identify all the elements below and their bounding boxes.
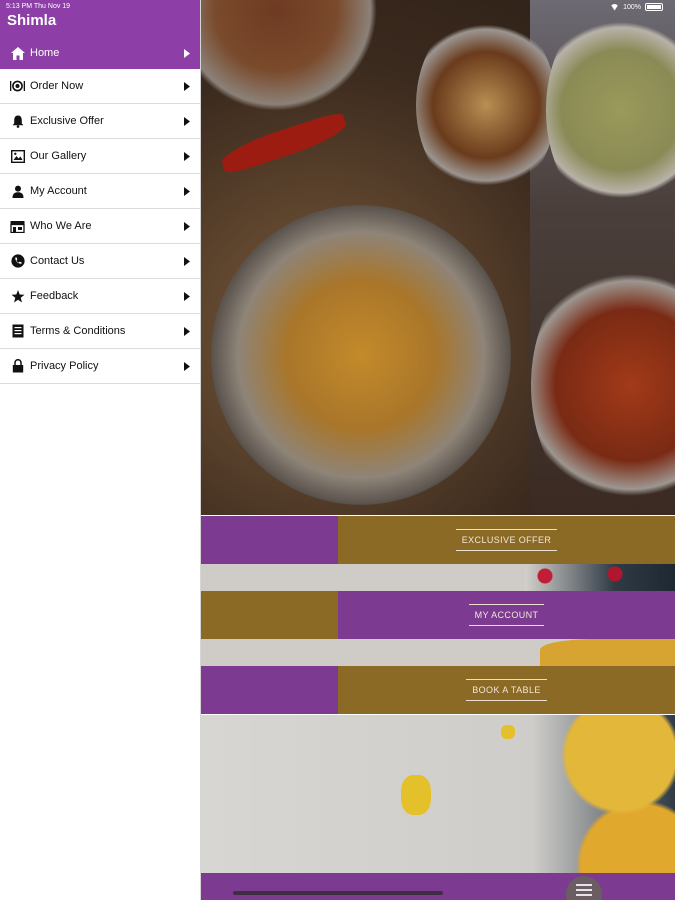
gallery-icon [10,149,25,164]
bell-icon [10,114,25,129]
image-strip [201,639,675,666]
drawer-item-our-gallery[interactable]: Our Gallery [0,139,200,174]
chevron-right-icon [182,254,192,268]
drawer-item-label: Who We Are [30,220,92,232]
dish-icon [10,79,25,94]
star-icon [10,289,25,304]
chevron-right-icon [182,79,192,93]
bowl-image [416,10,556,200]
drawer-item-home[interactable]: Home [0,38,200,69]
document-icon [10,324,25,339]
home-icon [10,46,25,61]
drawer-menu: Home Order Now Exclusive Offer Our Galle… [0,38,200,384]
fruit-image [540,639,675,666]
my-account-button[interactable]: MY ACCOUNT [468,604,545,626]
image-strip [201,564,675,591]
drawer-header: 5:13 PM Thu Nov 19 Shimla [0,0,200,38]
wifi-icon [610,3,620,11]
bottom-food-image [201,715,675,873]
home-indicator[interactable] [233,891,443,895]
drawer-item-order-now[interactable]: Order Now [0,69,200,104]
status-time: 5:13 PM Thu Nov 19 [6,3,71,10]
drawer-item-privacy-policy[interactable]: Privacy Policy [0,349,200,384]
band-accent [201,591,338,639]
berries-image [525,564,675,591]
chevron-right-icon [182,289,192,303]
band-accent [201,666,338,714]
store-icon [10,219,25,234]
book-table-band: BOOK A TABLE [201,666,675,714]
hero-food-image [201,0,675,515]
app-title: Shimla [7,12,57,29]
drawer-item-my-account[interactable]: My Account [0,174,200,209]
drawer-item-feedback[interactable]: Feedback [0,279,200,314]
drawer-item-exclusive-offer[interactable]: Exclusive Offer [0,104,200,139]
phone-icon [10,254,25,269]
chevron-right-icon [182,184,192,198]
exclusive-offer-button[interactable]: EXCLUSIVE OFFER [455,529,558,551]
drawer-item-who-we-are[interactable]: Who We Are [0,209,200,244]
lock-icon [10,359,25,374]
drawer-item-label: Exclusive Offer [30,115,104,127]
my-account-band: MY ACCOUNT [201,591,675,639]
drawer-item-label: Terms & Conditions [30,325,126,337]
band-accent [201,516,338,564]
chevron-right-icon [182,114,192,128]
drawer-item-label: Order Now [30,80,84,92]
turmeric-spot [501,725,515,739]
drawer-item-label: Feedback [30,290,79,302]
status-indicators: 100% [610,3,663,11]
drawer-item-label: Our Gallery [30,150,87,162]
chevron-right-icon [182,324,192,338]
drawer-item-contact-us[interactable]: Contact Us [0,244,200,279]
hamburger-icon [576,884,592,899]
navigation-drawer: 5:13 PM Thu Nov 19 Shimla Home Order Now… [0,0,201,900]
battery-icon [645,3,663,11]
drawer-item-label: Contact Us [30,255,85,267]
chevron-right-icon [182,46,192,60]
drawer-item-label: Privacy Policy [30,360,99,372]
person-icon [10,184,25,199]
chevron-right-icon [182,359,192,373]
chevron-right-icon [182,149,192,163]
chili-image [218,110,350,176]
turmeric-spot [401,775,431,815]
book-table-button[interactable]: BOOK A TABLE [466,679,547,701]
drawer-item-label: Home [30,47,60,59]
bowl-image [201,0,391,110]
bottom-bar [201,873,675,900]
drawer-item-label: My Account [30,185,87,197]
exclusive-offer-band: EXCLUSIVE OFFER [201,516,675,564]
chevron-right-icon [182,219,192,233]
battery-level: 100% [623,3,641,11]
drawer-item-terms-conditions[interactable]: Terms & Conditions [0,314,200,349]
pakora-bowl-image [211,205,511,505]
